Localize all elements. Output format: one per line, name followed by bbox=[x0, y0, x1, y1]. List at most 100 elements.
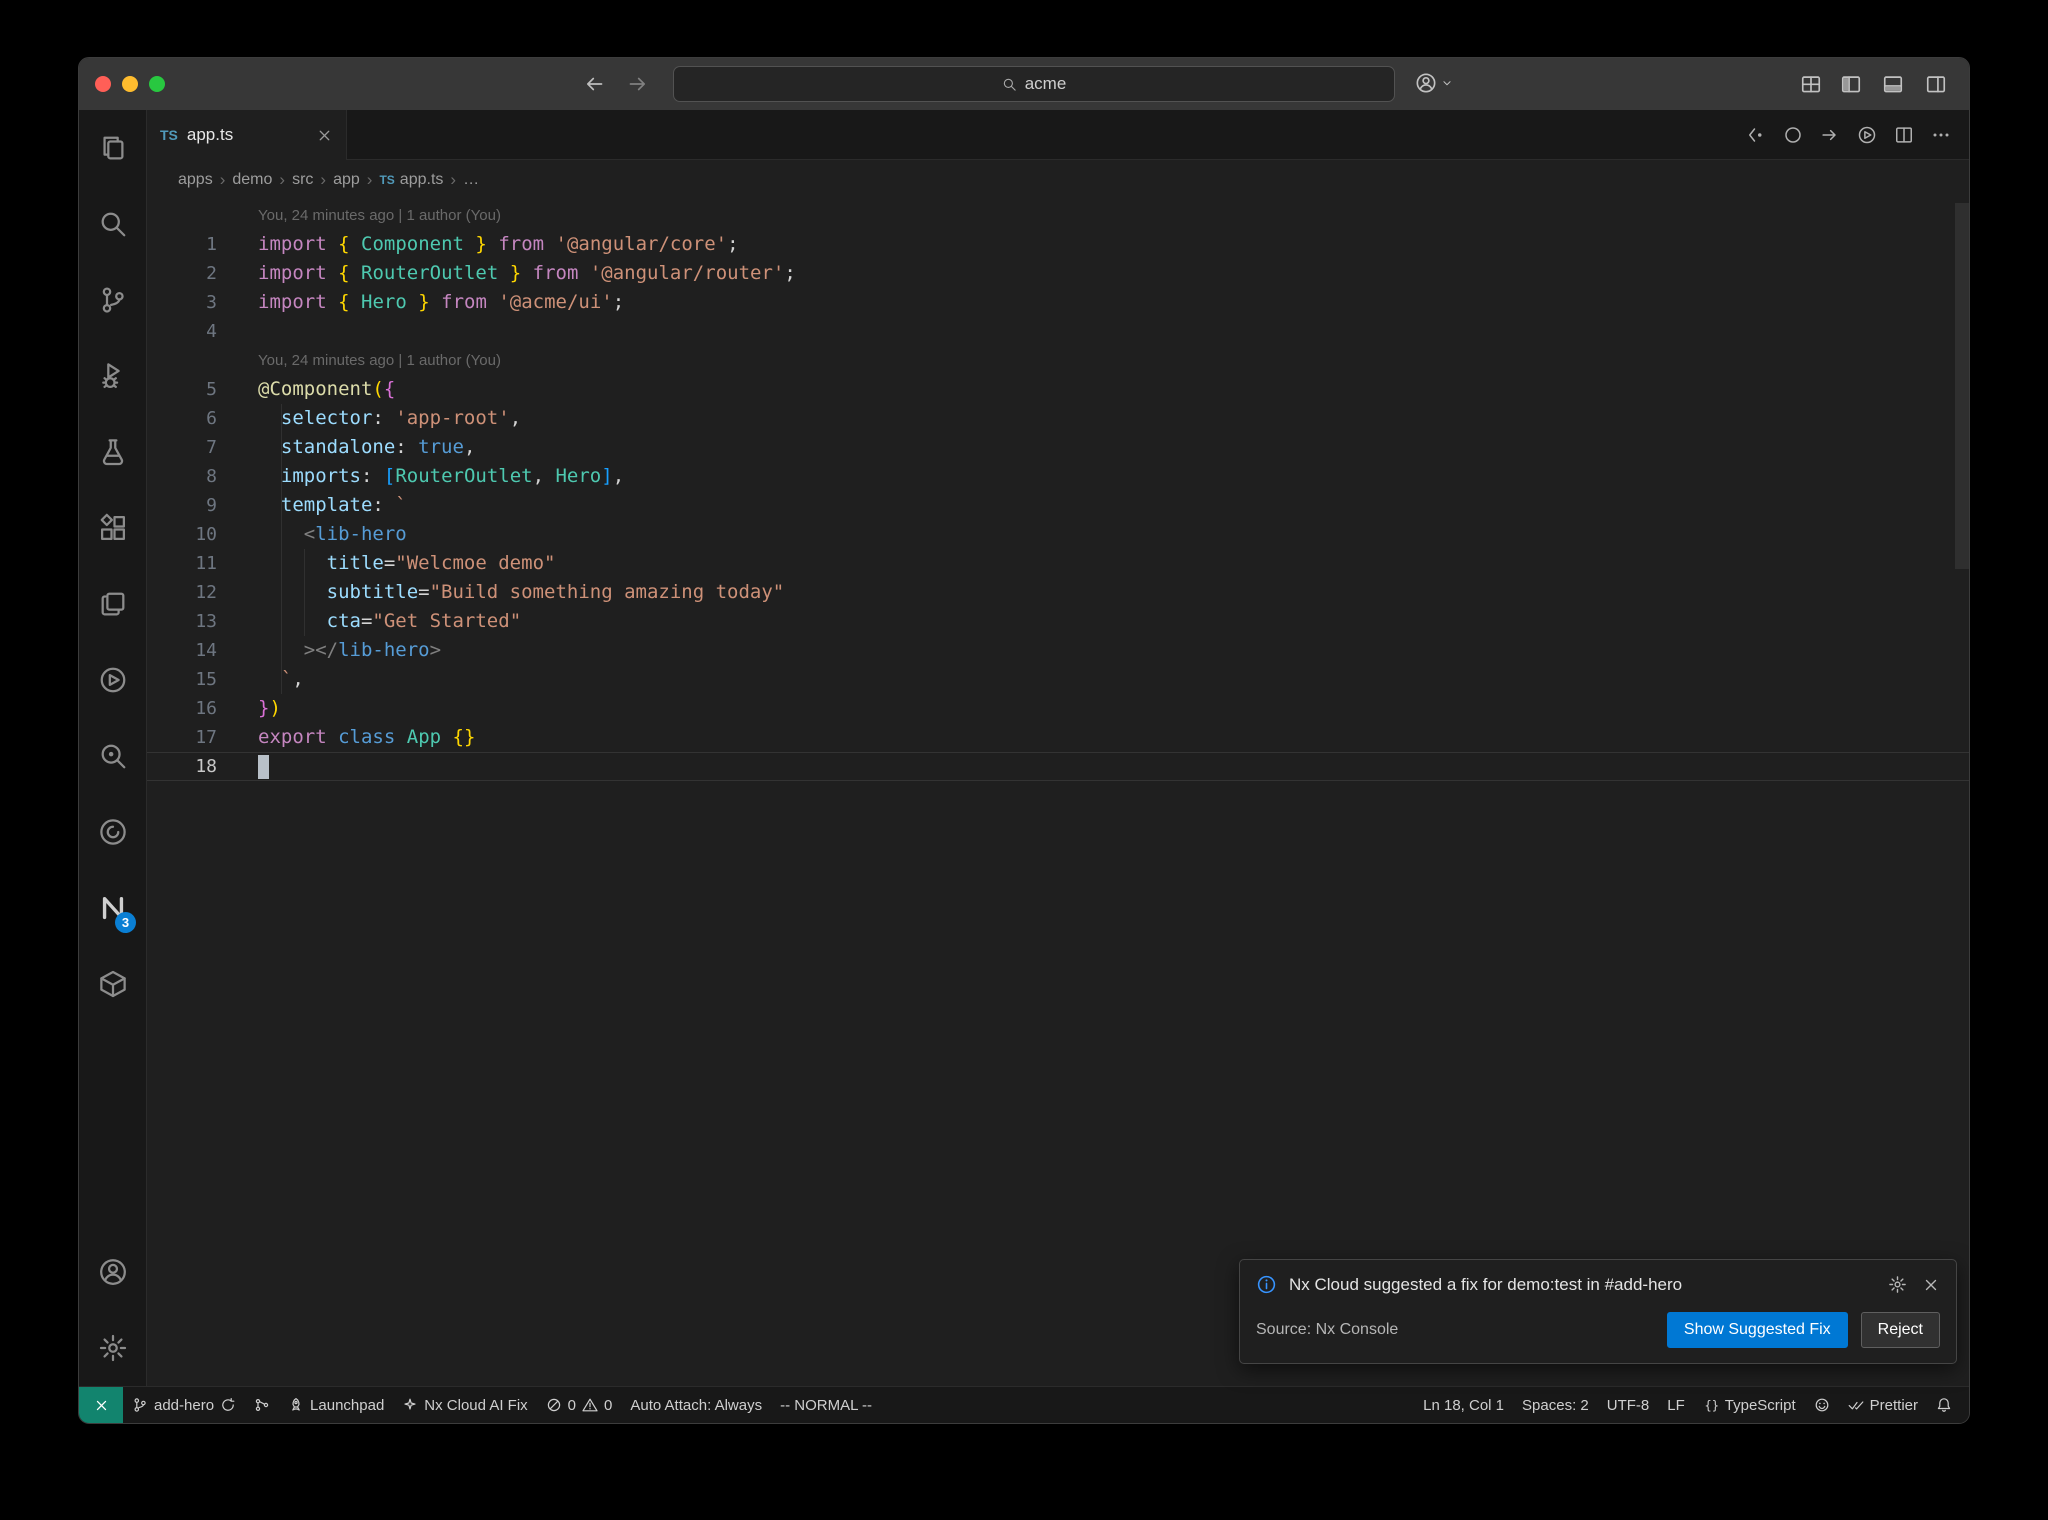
code-token: , bbox=[463, 436, 476, 458]
status-indentation[interactable]: Spaces: 2 bbox=[1513, 1387, 1598, 1423]
open-changes-icon bbox=[1749, 128, 1762, 142]
code-token: App bbox=[406, 726, 442, 748]
activity-item-account[interactable] bbox=[79, 1234, 146, 1310]
editor-action-goto[interactable] bbox=[1820, 125, 1840, 145]
code-editor[interactable]: You, 24 minutes ago | 1 author (You) 1 imp… bbox=[147, 199, 1969, 1386]
code-line-9[interactable]: 9 template: ` bbox=[147, 491, 1969, 520]
status-nx-cloud-ai-fix[interactable]: Nx Cloud AI Fix bbox=[393, 1387, 536, 1423]
code-line-8[interactable]: 8 imports: [RouterOutlet, Hero], bbox=[147, 462, 1969, 491]
activity-item-run-debug[interactable] bbox=[79, 338, 146, 414]
close-window-button[interactable] bbox=[95, 76, 111, 92]
activity-item-source-control[interactable] bbox=[79, 262, 146, 338]
code-line-7[interactable]: 7 standalone: true, bbox=[147, 433, 1969, 462]
editor-action-more-actions[interactable] bbox=[1931, 125, 1951, 145]
code-line-3[interactable]: 3 import { Hero } from '@acme/ui'; bbox=[147, 288, 1969, 317]
activity-item-explorer[interactable] bbox=[79, 110, 146, 186]
code-line-13[interactable]: 13 cta="Get Started" bbox=[147, 607, 1969, 636]
editor-action-open-changes[interactable] bbox=[1746, 125, 1766, 145]
status-branch[interactable]: add-hero bbox=[123, 1387, 245, 1423]
status-source-graph[interactable] bbox=[245, 1387, 279, 1423]
activity-item-nx-console[interactable]: 3 bbox=[79, 870, 146, 946]
code-line-1[interactable]: 1 import { Component } from '@angular/cor… bbox=[147, 230, 1969, 259]
activity-item-copilot[interactable] bbox=[79, 794, 146, 870]
source-control-icon bbox=[102, 287, 124, 313]
breadcrumb-item[interactable]: … bbox=[463, 171, 479, 189]
status-indentation-label: Spaces: 2 bbox=[1522, 1396, 1589, 1414]
status-vim-mode[interactable]: -- NORMAL -- bbox=[771, 1387, 881, 1423]
line-number: 5 bbox=[206, 379, 217, 400]
layout-left-icon bbox=[1841, 76, 1861, 93]
breadcrumb-item[interactable]: TS app.ts bbox=[379, 171, 443, 189]
code-line-2[interactable]: 2 import { RouterOutlet } from '@angular/… bbox=[147, 259, 1969, 288]
status-launchpad-label: Launchpad bbox=[310, 1396, 385, 1414]
activity-item-extensions[interactable] bbox=[79, 490, 146, 566]
code-line-6[interactable]: 6 selector: 'app-root', bbox=[147, 404, 1969, 433]
breadcrumb-item[interactable]: demo bbox=[232, 171, 272, 189]
status-cursor-position[interactable]: Ln 18, Col 1 bbox=[1414, 1387, 1513, 1423]
status-launchpad[interactable]: Launchpad bbox=[279, 1387, 393, 1423]
chevron-down-icon bbox=[1443, 81, 1451, 86]
status-prettier[interactable]: Prettier bbox=[1839, 1387, 1927, 1423]
code-token: } bbox=[475, 233, 487, 255]
navigate-forward-button[interactable] bbox=[627, 73, 649, 95]
toggle-panel-button[interactable] bbox=[1882, 73, 1904, 95]
status-problems[interactable]: 00 bbox=[537, 1387, 622, 1423]
code-line-10[interactable]: 10 <lib-hero bbox=[147, 520, 1969, 549]
account-menu-button[interactable] bbox=[1415, 72, 1454, 94]
activity-item-run-circle[interactable] bbox=[79, 642, 146, 718]
editor-action-split-editor[interactable] bbox=[1894, 125, 1914, 145]
activity-item-containers[interactable] bbox=[79, 946, 146, 1022]
title-bar: acme bbox=[79, 58, 1969, 110]
editor-action-run-file[interactable] bbox=[1857, 125, 1877, 145]
toggle-secondary-sidebar-button[interactable] bbox=[1925, 73, 1947, 95]
notification-message: Nx Cloud suggested a fix for demo:test i… bbox=[1289, 1274, 1683, 1294]
code-line-5[interactable]: 5 @Component({ bbox=[147, 375, 1969, 404]
status-eol[interactable]: LF bbox=[1658, 1387, 1694, 1423]
activity-item-search[interactable] bbox=[79, 186, 146, 262]
activity-item-remote-explorer[interactable] bbox=[79, 566, 146, 642]
close-tab-icon[interactable] bbox=[316, 127, 333, 144]
show-suggested-fix-button[interactable]: Show Suggested Fix bbox=[1666, 1312, 1848, 1348]
activity-item-testing[interactable] bbox=[79, 414, 146, 490]
activity-bar-spacer bbox=[79, 1022, 146, 1234]
navigate-back-button[interactable] bbox=[583, 73, 605, 95]
code-line-17[interactable]: 17 export class App {} bbox=[147, 723, 1969, 752]
activity-item-code-search[interactable] bbox=[79, 718, 146, 794]
code-line-4[interactable]: 4 bbox=[147, 317, 1969, 346]
code-line-11[interactable]: 11 title="Welcmoe demo" bbox=[147, 549, 1969, 578]
remote-explorer-icon bbox=[101, 592, 124, 616]
breadcrumb-item[interactable]: src bbox=[292, 171, 313, 189]
code-line-16[interactable]: 16}) bbox=[147, 694, 1969, 723]
code-line-18[interactable]: 18 bbox=[147, 752, 1969, 781]
code-line-14[interactable]: 14 ></lib-hero> bbox=[147, 636, 1969, 665]
tab-app-ts[interactable]: TS app.ts bbox=[147, 110, 347, 160]
editor-action-circle[interactable] bbox=[1783, 125, 1803, 145]
code-line-12[interactable]: 12 subtitle="Build something amazing tod… bbox=[147, 578, 1969, 607]
notification-source: Source: Nx Console bbox=[1256, 1321, 1399, 1338]
status-encoding[interactable]: UTF-8 bbox=[1598, 1387, 1659, 1423]
status-feedback[interactable] bbox=[1805, 1387, 1839, 1423]
command-center-search[interactable]: acme bbox=[673, 66, 1395, 102]
customize-layout-button[interactable] bbox=[1800, 73, 1822, 95]
minimize-window-button[interactable] bbox=[122, 76, 138, 92]
reject-button[interactable]: Reject bbox=[1860, 1312, 1940, 1348]
layout-bottom-icon bbox=[1883, 76, 1903, 93]
breadcrumb-item[interactable]: apps bbox=[178, 171, 213, 189]
notification-close-icon[interactable] bbox=[1922, 1276, 1940, 1294]
code-line-15[interactable]: 15 `, bbox=[147, 665, 1969, 694]
vertical-scrollbar[interactable] bbox=[1955, 203, 1969, 569]
status-language[interactable]: {} TypeScript bbox=[1694, 1387, 1805, 1423]
status-notifications-bell[interactable] bbox=[1927, 1387, 1961, 1423]
breadcrumb-item[interactable]: app bbox=[333, 171, 360, 189]
status-remote[interactable] bbox=[79, 1387, 123, 1423]
notification-settings-icon[interactable] bbox=[1888, 1275, 1907, 1294]
status-auto-attach[interactable]: Auto Attach: Always bbox=[621, 1387, 771, 1423]
code-token: from bbox=[532, 262, 579, 284]
toggle-primary-sidebar-button[interactable] bbox=[1840, 73, 1862, 95]
zoom-window-button[interactable] bbox=[149, 76, 165, 92]
activity-item-settings[interactable] bbox=[79, 1310, 146, 1386]
